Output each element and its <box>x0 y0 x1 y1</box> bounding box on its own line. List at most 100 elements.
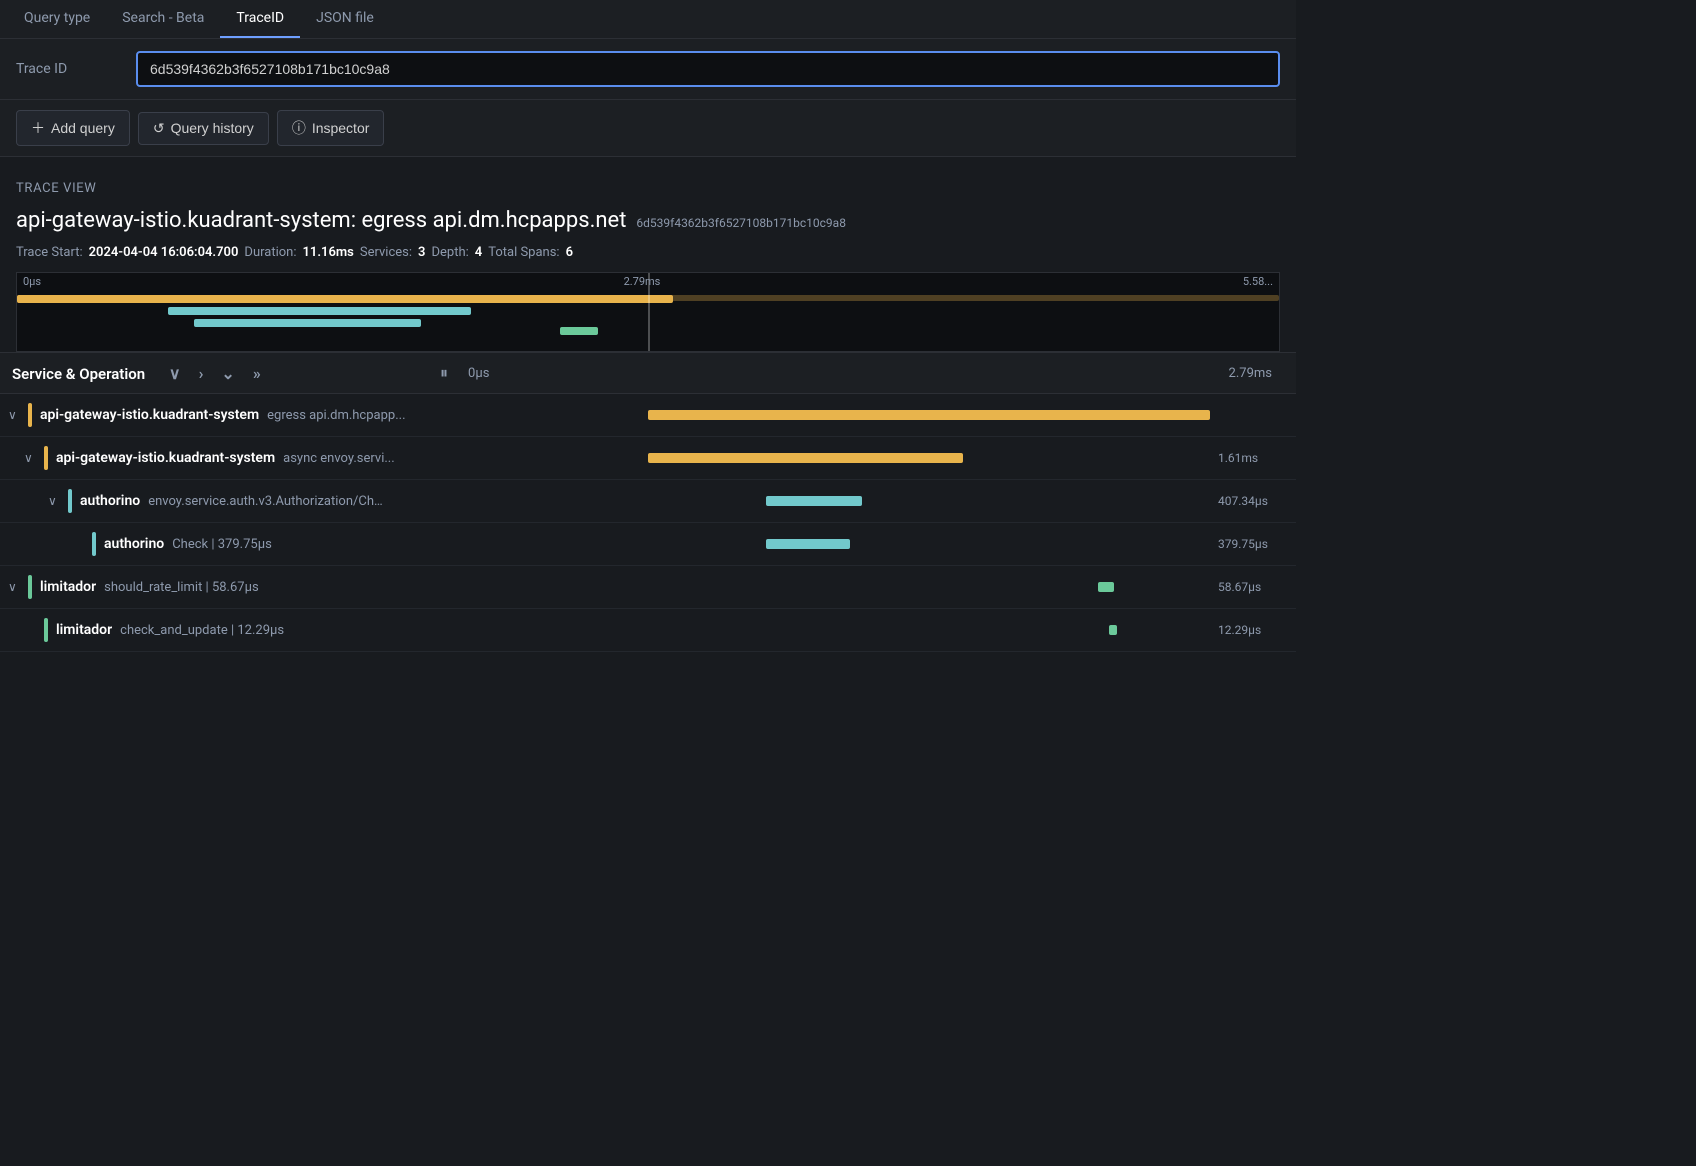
span-left: ∨ limitador should_rate_limit | 58.67μs <box>0 569 640 605</box>
action-row: ＋ Add query ↺ Query history ⓘ Inspector <box>0 100 1296 157</box>
span-duration: 58.67μs <box>1218 580 1288 594</box>
timeline-left-label: 0μs <box>468 366 489 381</box>
span-toggle[interactable]: ∨ <box>48 494 64 508</box>
span-bar <box>648 453 963 463</box>
span-row[interactable]: ∨authorinoenvoy.service.auth.v3.Authoriz… <box>0 480 1296 523</box>
pause-btn[interactable]: ⏸ <box>432 361 456 385</box>
mini-bar-green-1 <box>560 327 598 335</box>
add-query-label: Add query <box>51 120 115 136</box>
info-icon: ⓘ <box>292 118 306 138</box>
span-service: api-gateway-istio.kuadrant-system <box>56 450 275 466</box>
mini-tl-label-left: 0μs <box>23 275 41 288</box>
inspector-button[interactable]: ⓘ Inspector <box>277 110 385 146</box>
tab-json-file[interactable]: JSON file <box>300 0 390 38</box>
trace-title: api-gateway-istio.kuadrant-system: egres… <box>16 208 1280 233</box>
span-bar-container <box>648 537 1210 551</box>
timeline-right-label: 2.79ms <box>1229 366 1272 381</box>
span-color-bar <box>44 618 48 642</box>
span-color-bar <box>28 403 32 427</box>
meta-start-value: 2024-04-04 16:06:04.700 <box>89 245 239 260</box>
span-bar-container <box>648 451 1210 465</box>
expand-all-btn[interactable]: » <box>249 362 265 385</box>
span-color-bar <box>92 532 96 556</box>
svc-op-header: Service & Operation ∨ › ⌄ » ⏸ 0μs 2.79ms <box>0 352 1296 394</box>
trace-view-label: Trace View <box>16 181 1280 196</box>
mini-bar-cyan-1 <box>168 307 471 315</box>
meta-totalspans-label: Total Spans: <box>488 245 559 260</box>
plus-icon: ＋ <box>31 118 45 138</box>
span-toggle[interactable]: ∨ <box>8 580 24 594</box>
span-service: limitador <box>40 579 96 595</box>
span-right: 1.61ms <box>640 437 1296 479</box>
span-row[interactable]: authorino Check | 379.75μs 379.75μs <box>0 523 1296 566</box>
mini-timeline[interactable]: 0μs 2.79ms 5.58... <box>16 272 1280 352</box>
tab-query-type[interactable]: Query type <box>8 0 106 38</box>
span-operation: should_rate_limit | 58.67μs <box>104 580 259 595</box>
span-operation: async envoy.servi... <box>283 451 395 466</box>
span-row[interactable]: ∨ limitador should_rate_limit | 58.67μs 58.… <box>0 566 1296 609</box>
trace-title-id: 6d539f4362b3f6527108b171bc10c9a8 <box>636 216 846 230</box>
span-duration: 12.29μs <box>1218 623 1288 637</box>
span-left: ∨ api-gateway-istio.kuadrant-system async … <box>0 440 640 476</box>
query-tabs: Query type Search - Beta TraceID JSON fi… <box>0 0 1296 39</box>
tab-search-beta[interactable]: Search - Beta <box>106 0 220 38</box>
span-duration: 407.34μs <box>1218 494 1288 508</box>
span-duration: 1.61ms <box>1218 451 1288 465</box>
span-right: 379.75μs <box>640 523 1296 565</box>
mini-tl-label-mid: 2.79ms <box>624 275 661 288</box>
trace-meta: Trace Start: 2024-04-04 16:06:04.700 Dur… <box>16 245 1280 260</box>
span-row[interactable]: limitador check_and_update | 12.29μs 12.29… <box>0 609 1296 652</box>
mini-tl-labels: 0μs 2.79ms 5.58... <box>17 273 1279 290</box>
span-bar <box>1109 625 1117 635</box>
span-right: 407.34μs <box>640 480 1296 522</box>
meta-duration-label: Duration: <box>244 245 296 260</box>
meta-depth-value: 4 <box>475 245 482 260</box>
mini-tl-label-right: 5.58... <box>1243 275 1273 288</box>
span-left: authorino Check | 379.75μs <box>0 526 640 562</box>
span-service: authorino <box>104 536 164 552</box>
span-service: limitador <box>56 622 112 638</box>
span-left: ∨authorinoenvoy.service.auth.v3.Authoriz… <box>0 483 640 519</box>
span-row[interactable]: ∨ api-gateway-istio.kuadrant-system async … <box>0 437 1296 480</box>
query-history-label: Query history <box>171 120 254 136</box>
span-left: ∨api-gateway-istio.kuadrant-systemegress… <box>0 397 640 433</box>
span-operation: envoy.service.auth.v3.Authorization/Chec… <box>148 494 388 509</box>
span-bar <box>648 410 1210 420</box>
span-row[interactable]: ∨api-gateway-istio.kuadrant-systemegress… <box>0 394 1296 437</box>
span-operation: check_and_update | 12.29μs <box>120 623 284 638</box>
span-service: api-gateway-istio.kuadrant-system <box>40 407 259 423</box>
svc-header-timeline: 0μs 2.79ms <box>456 366 1284 381</box>
trace-view-section: Trace View api-gateway-istio.kuadrant-sy… <box>0 157 1296 352</box>
span-color-bar <box>68 489 72 513</box>
query-history-button[interactable]: ↺ Query history <box>138 112 269 145</box>
trace-id-row: Trace ID <box>0 39 1296 100</box>
history-icon: ↺ <box>153 120 165 137</box>
spans-container: ∨api-gateway-istio.kuadrant-systemegress… <box>0 394 1296 652</box>
span-left: limitador check_and_update | 12.29μs <box>0 612 640 648</box>
inspector-label: Inspector <box>312 120 370 136</box>
span-bar <box>766 496 862 506</box>
meta-services-value: 3 <box>418 245 425 260</box>
expand-children-btn[interactable]: › <box>195 362 208 385</box>
trace-id-input[interactable] <box>136 51 1280 87</box>
span-toggle[interactable]: ∨ <box>8 408 24 422</box>
span-duration: 379.75μs <box>1218 537 1288 551</box>
meta-duration-value: 11.16ms <box>302 245 353 260</box>
collapse-all-btn[interactable]: ∨ <box>165 362 185 385</box>
meta-depth-label: Depth: <box>431 245 468 260</box>
span-right: 12.29μs <box>640 609 1296 651</box>
span-bar-container <box>648 580 1210 594</box>
trace-id-label: Trace ID <box>16 61 136 77</box>
span-bar <box>766 539 850 549</box>
span-color-bar <box>28 575 32 599</box>
span-operation: Check | 379.75μs <box>172 537 272 552</box>
span-bar <box>1098 582 1115 592</box>
tab-trace-id[interactable]: TraceID <box>220 0 300 38</box>
meta-totalspans-value: 6 <box>566 245 573 260</box>
span-color-bar <box>44 446 48 470</box>
collapse-btn[interactable]: ⌄ <box>217 362 238 385</box>
span-toggle[interactable]: ∨ <box>24 451 40 465</box>
trace-title-text: api-gateway-istio.kuadrant-system: egres… <box>16 208 626 233</box>
meta-services-label: Services: <box>360 245 412 260</box>
add-query-button[interactable]: ＋ Add query <box>16 110 130 146</box>
